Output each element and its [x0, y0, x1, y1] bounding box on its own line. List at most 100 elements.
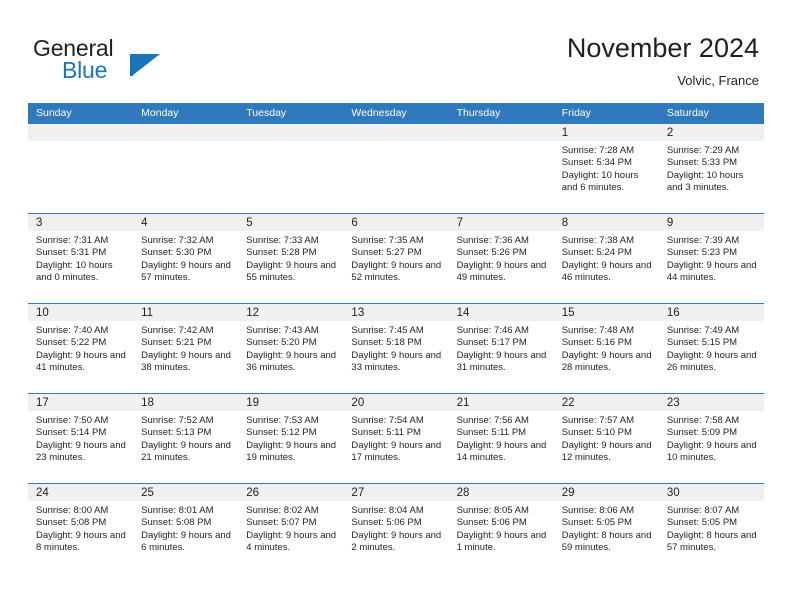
sunrise-text: Sunrise: 7:31 AM: [36, 235, 109, 246]
day-details: Sunrise: 7:38 AM Sunset: 5:24 PM Daylight:…: [554, 231, 659, 285]
day-cell-empty: [133, 124, 239, 213]
day-cell[interactable]: 4 Sunrise: 7:32 AM Sunset: 5:30 PM Daylight…: [133, 214, 239, 303]
day-cell[interactable]: 18 Sunrise: 7:52 AM Sunset: 5:13 PM Dayligh…: [133, 394, 239, 483]
calendar-week-row: 3 Sunrise: 7:31 AM Sunset: 5:31 PM Daylight…: [28, 213, 764, 304]
day-cell[interactable]: 16 Sunrise: 7:49 AM Sunset: 5:15 PM Dayligh…: [658, 304, 764, 393]
daylight-text: Daylight: 9 hours and 17 minutes.: [351, 439, 442, 464]
page-title: November 2024: [566, 33, 759, 63]
day-number: 7: [448, 214, 554, 231]
day-cell[interactable]: 1 Sunrise: 7:28 AM Sunset: 5:34 PM Daylight…: [553, 124, 659, 213]
sunrise-text: Sunrise: 8:02 AM: [246, 505, 319, 516]
flag-triangle-shape: [133, 54, 160, 75]
sunrise-text: Sunrise: 7:56 AM: [456, 415, 529, 426]
calendar-cell: 28 Sunrise: 8:05 AM Sunset: 5:06 PM Dayligh…: [448, 483, 554, 573]
day-cell[interactable]: 14 Sunrise: 7:46 AM Sunset: 5:17 PM Dayligh…: [448, 304, 554, 393]
day-cell[interactable]: 11 Sunrise: 7:42 AM Sunset: 5:21 PM Dayligh…: [133, 304, 239, 393]
day-cell[interactable]: 7 Sunrise: 7:36 AM Sunset: 5:26 PM Daylight…: [448, 214, 554, 303]
day-number: 4: [133, 214, 239, 231]
calendar-cell: 1 Sunrise: 7:28 AM Sunset: 5:34 PM Daylight…: [553, 124, 659, 214]
sunrise-text: Sunrise: 7:28 AM: [561, 145, 635, 156]
daylight-text: Daylight: 9 hours and 4 minutes.: [246, 529, 337, 554]
triangle-flag-icon: [130, 54, 160, 76]
sunset-text: Sunset: 5:28 PM: [246, 247, 317, 259]
calendar-week-row: 10 Sunrise: 7:40 AM Sunset: 5:22 PM Dayligh…: [28, 303, 764, 394]
daylight-text: Daylight: 9 hours and 26 minutes.: [666, 349, 757, 374]
day-cell[interactable]: 26 Sunrise: 8:02 AM Sunset: 5:07 PM Dayligh…: [238, 484, 344, 573]
day-number: 1: [553, 124, 659, 141]
day-number: 9: [658, 214, 764, 231]
calendar-cell: 12 Sunrise: 7:43 AM Sunset: 5:20 PM Dayligh…: [238, 303, 344, 394]
day-number: 18: [133, 394, 239, 411]
day-cell[interactable]: 29 Sunrise: 8:06 AM Sunset: 5:05 PM Dayligh…: [553, 484, 659, 573]
day-cell[interactable]: 17 Sunrise: 7:50 AM Sunset: 5:14 PM Dayligh…: [28, 394, 134, 483]
day-number: 3: [28, 214, 134, 231]
sunset-text: Sunset: 5:16 PM: [561, 337, 632, 349]
sunset-text: Sunset: 5:12 PM: [246, 427, 317, 439]
day-number: 20: [343, 394, 449, 411]
calendar-week-row: 24 Sunrise: 8:00 AM Sunset: 5:08 PM Dayligh…: [28, 483, 764, 573]
day-cell[interactable]: 28 Sunrise: 8:05 AM Sunset: 5:06 PM Dayligh…: [448, 484, 554, 573]
weekday-header-monday: Monday: [133, 103, 239, 124]
day-cell[interactable]: 19 Sunrise: 7:53 AM Sunset: 5:12 PM Dayligh…: [238, 394, 344, 483]
day-number: 6: [343, 214, 449, 231]
sunrise-text: Sunrise: 7:36 AM: [456, 235, 529, 246]
calendar-cell: 23 Sunrise: 7:58 AM Sunset: 5:09 PM Dayligh…: [658, 393, 764, 484]
daylight-text: Daylight: 9 hours and 38 minutes.: [141, 349, 231, 374]
day-cell[interactable]: 25 Sunrise: 8:01 AM Sunset: 5:08 PM Dayligh…: [133, 484, 239, 573]
sunset-text: Sunset: 5:05 PM: [666, 517, 738, 529]
day-cell[interactable]: 8 Sunrise: 7:38 AM Sunset: 5:24 PM Daylight…: [553, 214, 659, 303]
day-details: Sunrise: 8:06 AM Sunset: 5:05 PM Daylight:…: [554, 501, 659, 555]
daylight-text: Daylight: 9 hours and 36 minutes.: [246, 349, 337, 374]
calendar-cell: 2 Sunrise: 7:29 AM Sunset: 5:33 PM Daylight…: [658, 124, 764, 214]
day-number: [28, 124, 134, 141]
sunset-text: Sunset: 5:26 PM: [456, 247, 527, 259]
day-number: 16: [658, 304, 764, 321]
day-details: Sunrise: 7:46 AM Sunset: 5:17 PM Daylight:…: [449, 321, 554, 375]
calendar-cell: 15 Sunrise: 7:48 AM Sunset: 5:16 PM Dayligh…: [553, 303, 659, 394]
general-blue-logo[interactable]: General Blue: [33, 36, 223, 88]
day-number: 29: [553, 484, 659, 501]
day-cell[interactable]: 22 Sunrise: 7:57 AM Sunset: 5:10 PM Dayligh…: [553, 394, 659, 483]
daylight-text: Daylight: 9 hours and 8 minutes.: [36, 529, 126, 554]
calendar-cell: 16 Sunrise: 7:49 AM Sunset: 5:15 PM Dayligh…: [658, 303, 764, 394]
daylight-text: Daylight: 9 hours and 23 minutes.: [36, 439, 126, 464]
sunrise-text: Sunrise: 7:58 AM: [666, 415, 740, 426]
day-cell[interactable]: 27 Sunrise: 8:04 AM Sunset: 5:06 PM Dayligh…: [343, 484, 449, 573]
calendar-cell: [133, 124, 239, 214]
day-details: Sunrise: 7:54 AM Sunset: 5:11 PM Daylight:…: [343, 411, 448, 465]
daylight-text: Daylight: 9 hours and 55 minutes.: [246, 259, 337, 284]
day-cell[interactable]: 6 Sunrise: 7:35 AM Sunset: 5:27 PM Daylight…: [343, 214, 449, 303]
day-cell[interactable]: 20 Sunrise: 7:54 AM Sunset: 5:11 PM Dayligh…: [343, 394, 449, 483]
day-cell[interactable]: 9 Sunrise: 7:39 AM Sunset: 5:23 PM Daylight…: [658, 214, 764, 303]
calendar-cell: 11 Sunrise: 7:42 AM Sunset: 5:21 PM Dayligh…: [133, 303, 239, 394]
daylight-text: Daylight: 10 hours and 6 minutes.: [561, 169, 639, 194]
sunset-text: Sunset: 5:23 PM: [666, 247, 738, 259]
calendar-cell: 5 Sunrise: 7:33 AM Sunset: 5:28 PM Daylight…: [238, 213, 344, 304]
sunset-text: Sunset: 5:22 PM: [36, 337, 107, 349]
day-number: 2: [658, 124, 764, 141]
sunset-text: Sunset: 5:10 PM: [561, 427, 632, 439]
logo-text-blue: Blue: [62, 57, 108, 83]
calendar-header-row: Sunday Monday Tuesday Wednesday Thursday Frid…: [28, 103, 764, 124]
day-cell[interactable]: 2 Sunrise: 7:29 AM Sunset: 5:33 PM Daylight…: [658, 124, 764, 213]
day-cell[interactable]: 5 Sunrise: 7:33 AM Sunset: 5:28 PM Daylight…: [238, 214, 344, 303]
day-details: Sunrise: 7:36 AM Sunset: 5:26 PM Daylight:…: [449, 231, 554, 285]
day-cell[interactable]: 15 Sunrise: 7:48 AM Sunset: 5:16 PM Dayligh…: [553, 304, 659, 393]
day-cell[interactable]: 21 Sunrise: 7:56 AM Sunset: 5:11 PM Dayligh…: [448, 394, 554, 483]
title-block: November 2024 Volvic, France: [567, 32, 759, 90]
calendar-cell: 6 Sunrise: 7:35 AM Sunset: 5:27 PM Daylight…: [343, 213, 449, 304]
day-cell[interactable]: 10 Sunrise: 7:40 AM Sunset: 5:22 PM Dayligh…: [28, 304, 134, 393]
day-cell[interactable]: 3 Sunrise: 7:31 AM Sunset: 5:31 PM Daylight…: [28, 214, 134, 303]
day-cell[interactable]: 12 Sunrise: 7:43 AM Sunset: 5:20 PM Dayligh…: [238, 304, 344, 393]
day-cell[interactable]: 23 Sunrise: 7:58 AM Sunset: 5:09 PM Dayligh…: [658, 394, 764, 483]
daylight-text: Daylight: 9 hours and 1 minute.: [456, 529, 547, 554]
day-details: Sunrise: 7:43 AM Sunset: 5:20 PM Daylight:…: [238, 321, 343, 375]
sunset-text: Sunset: 5:24 PM: [561, 247, 632, 259]
day-details: Sunrise: 7:32 AM Sunset: 5:30 PM Daylight:…: [133, 231, 238, 285]
day-cell[interactable]: 24 Sunrise: 8:00 AM Sunset: 5:08 PM Dayligh…: [28, 484, 134, 573]
calendar-cell: 27 Sunrise: 8:04 AM Sunset: 5:06 PM Dayligh…: [343, 483, 449, 573]
day-cell[interactable]: 30 Sunrise: 8:07 AM Sunset: 5:05 PM Dayligh…: [658, 484, 764, 573]
day-cell[interactable]: 13 Sunrise: 7:45 AM Sunset: 5:18 PM Dayligh…: [343, 304, 449, 393]
day-number: 8: [553, 214, 659, 231]
day-number: 25: [133, 484, 239, 501]
